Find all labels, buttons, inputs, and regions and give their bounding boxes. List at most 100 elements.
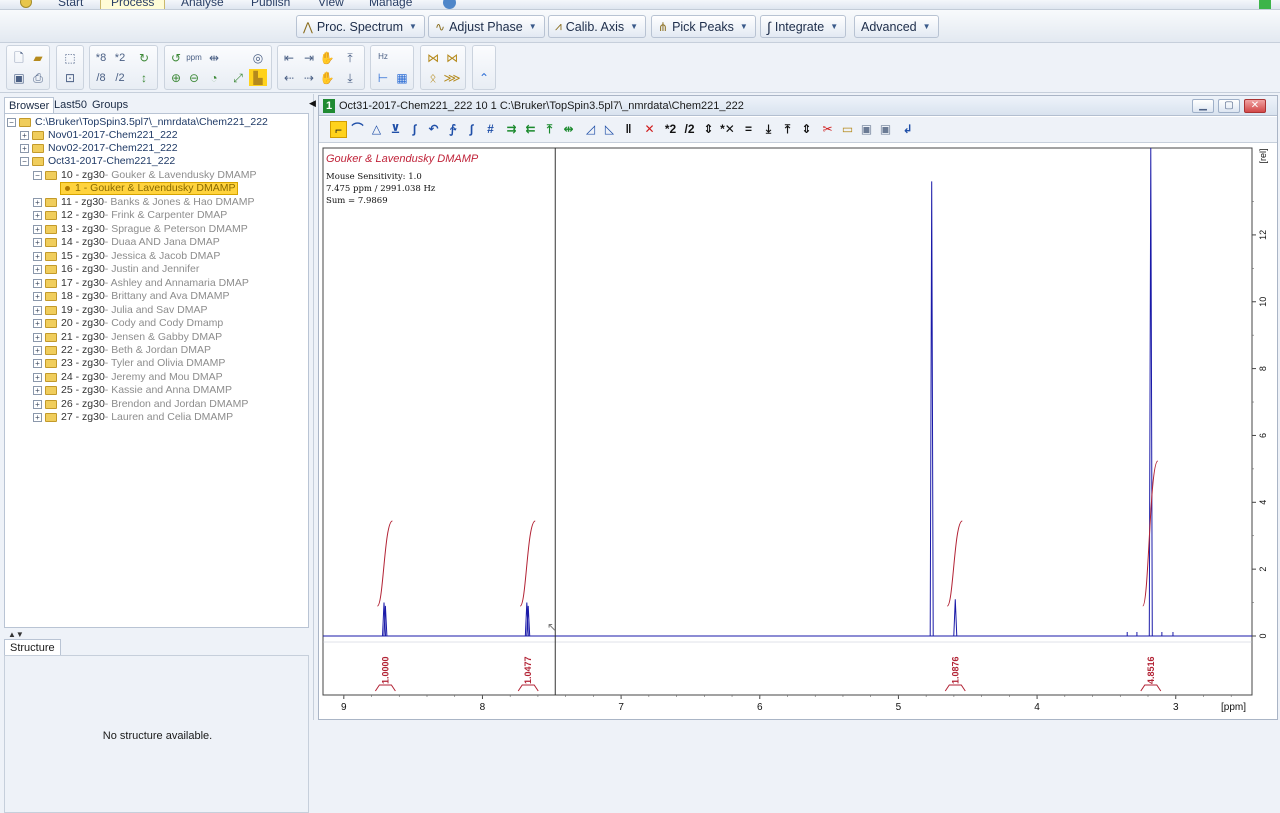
- expand-icon[interactable]: +: [33, 238, 42, 248]
- scale-div8-button[interactable]: /8: [92, 70, 110, 87]
- zoom-out-icon[interactable]: ⊖: [185, 69, 203, 86]
- shift-up-max-icon[interactable]: ⤒: [341, 49, 359, 66]
- list-item[interactable]: +27 - zg30 - Lauren and Celia DMAMP: [33, 411, 233, 424]
- expand-icon[interactable]: +: [33, 319, 42, 329]
- pick-peaks-button[interactable]: ⋔ Pick Peaks ▼: [651, 15, 756, 38]
- expand-width-icon[interactable]: ⇹: [205, 49, 223, 66]
- list-item[interactable]: − 10 - zg30 - Gouker & Lavendusky DMAMP: [33, 169, 257, 182]
- list-item[interactable]: +14 - zg30 - Duaa AND Jana DMAP: [33, 236, 220, 249]
- menu-tab-manage[interactable]: Manage: [369, 0, 412, 9]
- multiplet-split-icon[interactable]: ⋈: [443, 49, 461, 66]
- slope-icon[interactable]: ∱: [444, 121, 461, 138]
- expand-icon[interactable]: +: [33, 399, 42, 409]
- folder-save-icon[interactable]: ▭: [839, 121, 856, 138]
- circle-tool-icon[interactable]: ◎: [249, 49, 267, 66]
- zoom-fit-icon[interactable]: ⤢: [229, 69, 247, 86]
- list-item[interactable]: +22 - zg30 - Beth & Jordan DMAP: [33, 344, 211, 357]
- cut-icon[interactable]: ✂: [819, 121, 836, 138]
- advanced-button[interactable]: Advanced ▼: [854, 15, 939, 38]
- list-item[interactable]: +13 - zg30 - Sprague & Peterson DMAMP: [33, 223, 248, 236]
- merge-icon[interactable]: ⇹: [560, 121, 577, 138]
- slope-down-icon[interactable]: ◺: [601, 121, 618, 138]
- expand-icon[interactable]: +: [33, 265, 42, 275]
- menu-tab-start[interactable]: Start: [58, 0, 83, 9]
- open-folder-icon[interactable]: ▰: [29, 49, 47, 66]
- collapse-icon[interactable]: −: [33, 171, 42, 180]
- spectrum-plot[interactable]: 1.0000 1.0477 1.0876 4.8516 9 8 7 6 5 4 3 [ppm] 12 10…: [319, 146, 1277, 720]
- pane-splitter[interactable]: ▲▼: [4, 630, 309, 639]
- selected-proc-item[interactable]: 1 - Gouker & Lavendusky DMAMP: [60, 182, 239, 195]
- integral-region-icon[interactable]: ⊻: [387, 121, 404, 138]
- list-item[interactable]: +11 - zg30 - Banks & Jones & Hao DMAMP: [33, 196, 255, 209]
- tab-last50[interactable]: Last50: [50, 97, 91, 113]
- expand-icon[interactable]: +: [33, 278, 42, 288]
- proc-spectrum-button[interactable]: ⋀ Proc. Spectrum ▼: [296, 15, 425, 38]
- scale-x8-button[interactable]: *8: [92, 50, 110, 67]
- divide-icon[interactable]: /2: [681, 121, 698, 138]
- expand-icon[interactable]: +: [33, 413, 42, 423]
- menu-tab-publish[interactable]: Publish: [251, 0, 290, 9]
- list-item[interactable]: +26 - zg30 - Brendon and Jordan DMAMP: [33, 398, 248, 411]
- multiply-icon[interactable]: *2: [662, 121, 679, 138]
- list-item[interactable]: +24 - zg30 - Jeremy and Mou DMAP: [33, 371, 223, 384]
- multiplet-icon[interactable]: ⋈: [424, 49, 442, 66]
- export-icon[interactable]: ▣: [858, 121, 875, 138]
- expand-icon[interactable]: +: [33, 211, 42, 221]
- grid-icon[interactable]: ▦: [393, 69, 411, 86]
- list-item[interactable]: +21 - zg30 - Jensen & Gabby DMAP: [33, 331, 222, 344]
- expand-icon[interactable]: +: [20, 131, 29, 140]
- shift-right-max-icon[interactable]: ⇥: [300, 49, 318, 66]
- list-item[interactable]: +15 - zg30 - Jessica & Jacob DMAP: [33, 250, 220, 263]
- tab-groups[interactable]: Groups: [88, 97, 132, 113]
- tree-root[interactable]: − C:\Bruker\TopSpin3.5pl7\_nmrdata\Chem2…: [7, 116, 268, 129]
- list-item[interactable]: +12 - zg30 - Frink & Carpenter DMAP: [33, 209, 227, 222]
- zoom-undo-icon[interactable]: ↺: [167, 49, 185, 66]
- tree-folder-nov01[interactable]: + Nov01-2017-Chem221_222: [20, 129, 178, 142]
- expand-icon[interactable]: +: [33, 345, 42, 355]
- zoom-region-icon[interactable]: ◔: [205, 69, 223, 86]
- shift-left-max-icon[interactable]: ⇤: [280, 49, 298, 66]
- undo-icon[interactable]: ↶: [425, 121, 442, 138]
- expand-icon[interactable]: +: [33, 292, 42, 302]
- vertical-move-icon[interactable]: ⇕: [798, 121, 815, 138]
- menu-tab-view[interactable]: View: [318, 0, 344, 9]
- menu-tab-process[interactable]: Process: [100, 0, 166, 9]
- list-item[interactable]: +16 - zg30 - Justin and Jennifer: [33, 263, 199, 276]
- help-icon[interactable]: [443, 0, 456, 9]
- calib-axis-button[interactable]: ⩘ Calib. Axis ▼: [548, 15, 647, 38]
- save-integral-icon[interactable]: ▣: [877, 121, 894, 138]
- print-icon[interactable]: ⎙: [29, 69, 47, 86]
- expand-icon[interactable]: +: [33, 251, 42, 261]
- app-logo-icon[interactable]: [20, 0, 32, 8]
- cursor-mode-icon[interactable]: ⌐: [330, 121, 347, 138]
- list-item[interactable]: +19 - zg30 - Julia and Sav DMAP: [33, 304, 208, 317]
- shift-left-icon[interactable]: ⇠: [280, 69, 298, 86]
- integral-calib-icon[interactable]: ∫: [406, 121, 423, 138]
- list-item[interactable]: +23 - zg30 - Tyler and Olivia DMAMP: [33, 357, 225, 370]
- move-down-icon[interactable]: ⤓: [760, 121, 777, 138]
- zoom-in-icon[interactable]: ⊕: [167, 69, 185, 86]
- collapse-icon[interactable]: −: [20, 157, 29, 166]
- pan-hand-icon[interactable]: ✋: [318, 49, 336, 66]
- minimize-button[interactable]: ▁: [1192, 99, 1214, 113]
- expand-icon[interactable]: +: [33, 332, 42, 342]
- lift-icon[interactable]: ⤒: [541, 121, 558, 138]
- expand-icon[interactable]: +: [20, 144, 29, 153]
- list-item[interactable]: +18 - zg30 - Brittany and Ava DMAMP: [33, 290, 229, 303]
- hz-units-button[interactable]: Hz: [374, 48, 392, 65]
- tree-folder-oct31[interactable]: − Oct31-2017-Chem221_222: [20, 155, 175, 168]
- scale-x2-button[interactable]: *2: [111, 50, 129, 67]
- star-x-icon[interactable]: *✕: [719, 121, 736, 138]
- superimpose-icon[interactable]: ᛟ: [424, 69, 442, 86]
- tree-folder-nov02[interactable]: + Nov02-2017-Chem221_222: [20, 142, 178, 155]
- status-icon[interactable]: [1259, 0, 1271, 9]
- delete-icon[interactable]: ✕: [641, 121, 658, 138]
- tab-browser[interactable]: Browser: [4, 97, 55, 113]
- adjust-phase-button[interactable]: ∿ Adjust Phase ▼: [428, 15, 545, 38]
- menu-tab-analyse[interactable]: Analyse: [181, 0, 224, 9]
- shift-right-icon[interactable]: ⇢: [300, 69, 318, 86]
- return-icon[interactable]: ↲: [899, 121, 916, 138]
- close-button[interactable]: ✕: [1244, 99, 1266, 113]
- hash-icon[interactable]: #: [482, 121, 499, 138]
- scale-div2-button[interactable]: /2: [111, 70, 129, 87]
